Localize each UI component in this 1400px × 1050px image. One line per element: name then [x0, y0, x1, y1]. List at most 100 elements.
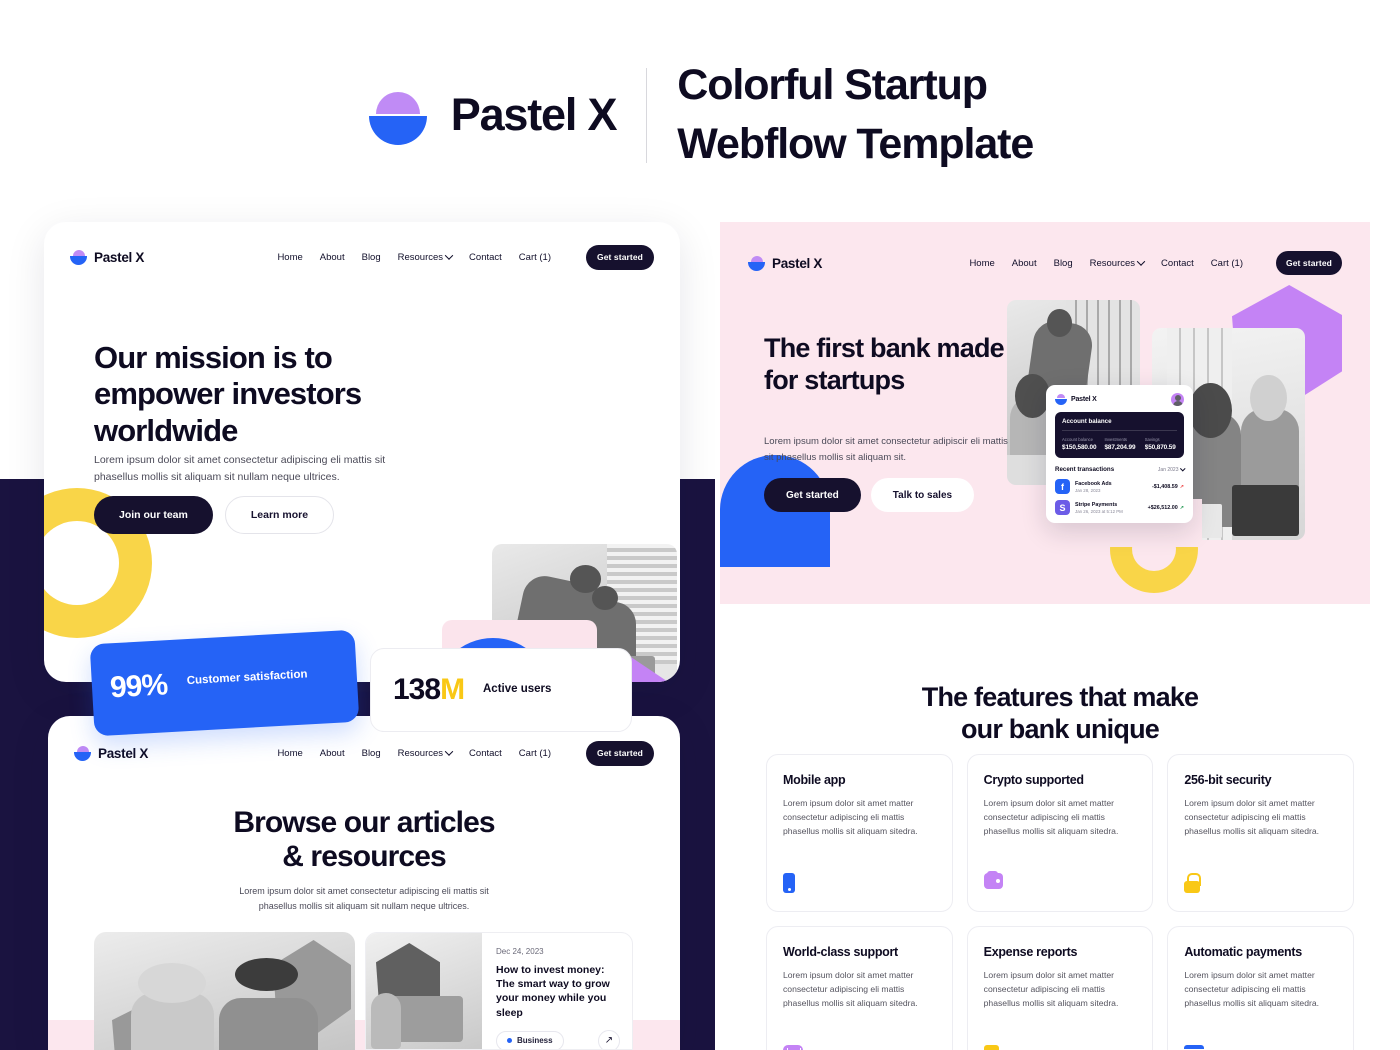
- feature-title: Crypto supported: [983, 773, 1084, 787]
- feature-card-crypto-supported[interactable]: Crypto supported Lorem ipsum dolor sit a…: [966, 754, 1154, 912]
- feature-text: Lorem ipsum dolor sit amet matter consec…: [1184, 970, 1320, 1008]
- stat-label: Customer satisfaction: [186, 668, 308, 688]
- nav-link-resources-label: Resources: [397, 747, 444, 759]
- bank-account-widget: Pastel X Account balance Account balance…: [1046, 385, 1193, 523]
- credit-card-icon: [1184, 1045, 1205, 1050]
- stat-unit: M: [440, 673, 465, 706]
- get-started-button[interactable]: Get started: [764, 478, 861, 512]
- navbar-links: Home About Blog Resources Contact Cart (…: [277, 740, 654, 766]
- feature-card-mobile-app[interactable]: Mobile app Lorem ipsum dolor sit amet ma…: [766, 754, 953, 912]
- nav-link-about[interactable]: About: [320, 748, 345, 759]
- panel-paragraph: Lorem ipsum dolor sit amet consectetur a…: [764, 436, 1008, 463]
- nav-link-contact[interactable]: Contact: [1161, 258, 1194, 269]
- nav-link-contact[interactable]: Contact: [469, 748, 502, 759]
- poster-canvas: Pastel X Colorful Startup Webflow Templa…: [0, 0, 1400, 1050]
- stat-value: 99%: [109, 668, 168, 705]
- nav-link-blog[interactable]: Blog: [362, 748, 381, 759]
- nav-link-contact[interactable]: Contact: [469, 252, 502, 263]
- headline-line-2: Webflow Template: [677, 120, 1034, 168]
- nav-link-about[interactable]: About: [1012, 258, 1037, 269]
- get-started-button[interactable]: Get started: [586, 740, 654, 766]
- talk-to-sales-button[interactable]: Talk to sales: [870, 478, 975, 512]
- category-dot-icon: [507, 1038, 512, 1044]
- get-started-button[interactable]: Get started: [1276, 251, 1342, 275]
- stat-value: 138M: [393, 673, 465, 707]
- article-body: Dec 24, 2023 How to invest money: The sm…: [482, 933, 632, 1049]
- article-card-image-only[interactable]: [94, 932, 355, 1050]
- nav-link-resources[interactable]: Resources: [398, 251, 454, 263]
- pastel-x-logo-icon: [1055, 394, 1067, 406]
- nav-link-blog[interactable]: Blog: [1054, 258, 1073, 269]
- avatar[interactable]: [1171, 393, 1184, 406]
- navbar-brand[interactable]: Pastel X: [70, 249, 144, 266]
- join-our-team-button[interactable]: Join our team: [94, 496, 213, 534]
- features-heading: The features that make our bank unique: [720, 682, 1400, 746]
- transaction-row[interactable]: S Stripe Payments Jan 26, 2023 at 5:12 P…: [1055, 500, 1184, 515]
- panel-navbar: Pastel X Home About Blog Resources Conta…: [720, 240, 1370, 286]
- panel-cta-group: Join our team Learn more: [94, 496, 335, 534]
- panel-cta-group: Get started Talk to sales: [764, 478, 975, 512]
- article-category-tag[interactable]: Business: [496, 1030, 564, 1049]
- balance-savings: Savings $50,870.59: [1145, 437, 1177, 451]
- panel-navbar: Pastel X Home About Blog Resources Conta…: [44, 234, 680, 280]
- brand-lockup: Pastel X: [367, 85, 617, 145]
- nav-link-resources[interactable]: Resources: [397, 747, 454, 759]
- transaction-amount: -$1,408.59 ↗: [1152, 484, 1184, 490]
- transaction-amount: +$26,512.00 ↗: [1148, 505, 1184, 511]
- navbar-brand[interactable]: Pastel X: [748, 255, 822, 272]
- navbar-links: Home About Blog Resources Contact Cart (…: [277, 244, 654, 270]
- learn-more-button[interactable]: Learn more: [224, 496, 335, 534]
- panel-heading-line-1: Browse our articles: [233, 806, 495, 839]
- screenshot-panel-features: The features that make our bank unique M…: [720, 604, 1400, 1050]
- nav-link-home[interactable]: Home: [277, 748, 302, 759]
- navbar-brand[interactable]: Pastel X: [74, 745, 148, 762]
- wallet-icon: [983, 871, 1004, 893]
- feature-text: Lorem ipsum dolor sit amet matter consec…: [783, 970, 918, 1008]
- transaction-amount-value: +$26,512.00: [1147, 504, 1178, 511]
- panel-paragraph: Lorem ipsum dolor sit amet consectetur a…: [94, 454, 386, 483]
- nav-link-cart[interactable]: Cart (1): [1211, 258, 1243, 269]
- envelope-icon: [783, 1045, 803, 1050]
- feature-title: World-class support: [783, 945, 898, 959]
- chevron-down-icon: [444, 747, 454, 756]
- article-card[interactable]: Dec 24, 2023 How to invest money: The sm…: [365, 932, 633, 1050]
- transaction-row[interactable]: f Facebook Ads Jan 28, 2023 -$1,408.59 ↗: [1055, 479, 1184, 494]
- feature-text: Lorem ipsum dolor sit amet matter consec…: [983, 970, 1119, 1008]
- balance-label: Account balance: [1062, 437, 1093, 442]
- widget-header: Pastel X: [1055, 393, 1184, 406]
- balance-value: $150,580.00: [1062, 444, 1097, 451]
- mobile-phone-icon: [783, 873, 803, 893]
- features-heading-line-1: The features that make: [921, 682, 1199, 712]
- recent-transactions-title: Recent transactions: [1055, 466, 1115, 473]
- nav-link-cart[interactable]: Cart (1): [519, 748, 551, 759]
- nav-link-home[interactable]: Home: [277, 252, 302, 263]
- feature-card-256-bit-security[interactable]: 256-bit security Lorem ipsum dolor sit a…: [1167, 754, 1354, 912]
- balance-investments: Investments $87,204.99: [1104, 437, 1136, 451]
- nav-link-cart[interactable]: Cart (1): [519, 252, 551, 263]
- pastel-x-logo-icon: [74, 745, 91, 762]
- nav-link-home[interactable]: Home: [969, 258, 994, 269]
- transactions-month-filter[interactable]: Jan 2023: [1158, 465, 1185, 473]
- feature-text: Lorem ipsum dolor sit amet matter consec…: [983, 798, 1119, 836]
- transaction-amount-value: -$1,408.59: [1152, 483, 1178, 490]
- feature-card-automatic-payments[interactable]: Automatic payments Lorem ipsum dolor sit…: [1167, 926, 1354, 1050]
- chevron-down-icon: [1179, 465, 1185, 471]
- feature-card-world-class-support[interactable]: World-class support Lorem ipsum dolor si…: [766, 926, 953, 1050]
- features-grid: Mobile app Lorem ipsum dolor sit amet ma…: [766, 754, 1354, 1050]
- transaction-name: Stripe Payments: [1075, 501, 1118, 508]
- panel-heading-line-2: & resources: [282, 840, 446, 874]
- feature-text: Lorem ipsum dolor sit amet matter consec…: [783, 798, 918, 836]
- arrow-up-right-icon[interactable]: ↗: [598, 1029, 620, 1049]
- navbar-links: Home About Blog Resources Contact Cart (…: [969, 251, 1342, 275]
- article-title: How to invest money: The smart way to gr…: [496, 964, 610, 1019]
- stat-card-active-users: 138M Active users: [370, 648, 632, 732]
- nav-link-about[interactable]: About: [320, 252, 345, 263]
- pastel-x-logo-icon: [367, 85, 429, 145]
- balance-label: Investments: [1104, 437, 1128, 442]
- feature-card-expense-reports[interactable]: Expense reports Lorem ipsum dolor sit am…: [966, 926, 1154, 1050]
- nav-link-blog[interactable]: Blog: [362, 252, 381, 263]
- stat-label: Active users: [483, 683, 552, 695]
- balance-value: $87,204.99: [1104, 444, 1136, 451]
- get-started-button[interactable]: Get started: [586, 244, 654, 270]
- nav-link-resources[interactable]: Resources: [1090, 257, 1146, 269]
